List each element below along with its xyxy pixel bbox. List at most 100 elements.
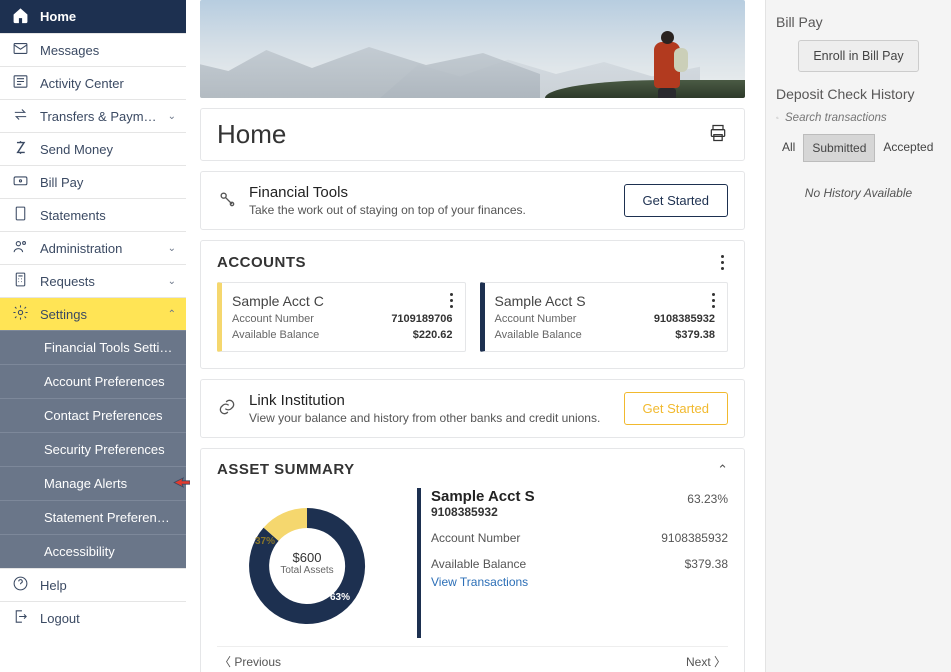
- account-balance-label: Available Balance: [495, 329, 582, 341]
- asset-donut-chart: $600 Total Assets 37% 63%: [217, 488, 397, 638]
- nav-label: Messages: [40, 43, 176, 58]
- account-number: 7109189706: [391, 313, 452, 325]
- get-started-button[interactable]: Get Started: [624, 184, 728, 217]
- nav-statement-preferences[interactable]: Statement Preferences: [0, 500, 186, 534]
- nav-statements[interactable]: Statements: [0, 198, 186, 231]
- donut-pct-b: 63%: [330, 592, 350, 603]
- no-history-text: No History Available: [774, 186, 943, 200]
- search-transactions-input[interactable]: [785, 112, 941, 124]
- asset-summary-card: ASSET SUMMARY ⌃ $600 Total Assets 37% 63…: [200, 448, 745, 672]
- nav-administration[interactable]: Administration ⌄: [0, 231, 186, 264]
- chevron-up-icon: ⌃: [168, 309, 176, 320]
- nav-activity-center[interactable]: Activity Center: [0, 66, 186, 99]
- home-icon: [10, 7, 30, 27]
- link-institution-card: Link Institution View your balance and h…: [200, 379, 745, 438]
- nav-requests[interactable]: Requests ⌄: [0, 264, 186, 297]
- account-balance-label: Available Balance: [232, 329, 319, 341]
- chevron-down-icon: ⌄: [168, 243, 176, 254]
- enroll-bill-pay-button[interactable]: Enroll in Bill Pay: [798, 40, 918, 72]
- tab-all[interactable]: All: [774, 134, 803, 162]
- zelle-icon: [10, 139, 30, 159]
- sidebar: Home Messages Activity Center Transfers …: [0, 0, 186, 672]
- account-options-icon[interactable]: [446, 291, 457, 310]
- mail-icon: [10, 40, 30, 60]
- link-icon: [217, 397, 237, 420]
- asset-acc-label: Account Number: [431, 531, 520, 545]
- financial-tools-subtitle: Take the work out of staying on top of y…: [249, 203, 612, 217]
- account-balance: $379.38: [675, 329, 715, 341]
- settings-submenu: Financial Tools Settings Account Prefere…: [0, 330, 186, 568]
- page-title-card: Home: [200, 108, 745, 161]
- nav-logout[interactable]: Logout: [0, 601, 186, 634]
- asset-acct-name: Sample Acct S: [431, 488, 728, 505]
- chevron-down-icon: ⌄: [168, 276, 176, 287]
- nav-label: Contact Preferences: [44, 408, 176, 423]
- billpay-title: Bill Pay: [776, 14, 941, 30]
- financial-tools-title: Financial Tools: [249, 184, 612, 201]
- pointer-arrow-icon: [173, 474, 190, 494]
- search-icon: [776, 112, 779, 124]
- account-options-icon[interactable]: [708, 291, 719, 310]
- account-number: 9108385932: [654, 313, 715, 325]
- asset-acct-number: 9108385932: [431, 505, 728, 519]
- nav-accessibility[interactable]: Accessibility: [0, 534, 186, 568]
- nav-label: Manage Alerts: [44, 476, 176, 491]
- nav-send-money[interactable]: Send Money: [0, 132, 186, 165]
- wrench-icon: [217, 189, 237, 212]
- nav-account-preferences[interactable]: Account Preferences: [0, 364, 186, 398]
- right-panel: Bill Pay Enroll in Bill Pay Deposit Chec…: [765, 0, 951, 672]
- donut-total-label: Total Assets: [280, 565, 333, 576]
- nav-label: Logout: [40, 611, 176, 626]
- asset-details: Sample Acct S 9108385932 63.23% Account …: [417, 488, 728, 638]
- asset-bal-label: Available Balance: [431, 557, 526, 571]
- accounts-options-icon[interactable]: [717, 253, 728, 272]
- chevron-down-icon: ⌄: [168, 111, 176, 122]
- donut-pct-a: 37%: [255, 536, 275, 547]
- page-title: Home: [217, 119, 286, 150]
- nav-settings[interactable]: Settings ⌃: [0, 297, 186, 330]
- nav-financial-tools-settings[interactable]: Financial Tools Settings: [0, 330, 186, 364]
- nav-label: Help: [40, 578, 176, 593]
- link-inst-subtitle: View your balance and history from other…: [249, 411, 612, 425]
- nav-label: Send Money: [40, 142, 176, 157]
- nav-label: Administration: [40, 241, 158, 256]
- prev-button[interactable]: 〈 Previous: [219, 653, 281, 670]
- view-transactions-link[interactable]: View Transactions: [431, 575, 728, 589]
- nav-label: Bill Pay: [40, 175, 176, 190]
- nav-label: Home: [40, 9, 176, 24]
- nav-label: Statements: [40, 208, 176, 223]
- account-number-label: Account Number: [495, 313, 577, 325]
- nav-label: Accessibility: [44, 544, 176, 559]
- nav-manage-alerts[interactable]: Manage Alerts: [0, 466, 186, 500]
- account-number-label: Account Number: [232, 313, 314, 325]
- nav-transfers[interactable]: Transfers & Payments ⌄: [0, 99, 186, 132]
- main-content: Home Financial Tools Take the work out o…: [186, 0, 765, 672]
- search-row: [776, 112, 941, 124]
- collapse-icon[interactable]: ⌃: [717, 462, 728, 478]
- nav-messages[interactable]: Messages: [0, 33, 186, 66]
- accounts-card: ACCOUNTS Sample Acct C Account Number710…: [200, 240, 745, 369]
- help-icon: [10, 575, 30, 595]
- nav-help[interactable]: Help: [0, 568, 186, 601]
- calc-icon: [10, 271, 30, 291]
- nav-contact-preferences[interactable]: Contact Preferences: [0, 398, 186, 432]
- link-inst-title: Link Institution: [249, 392, 612, 409]
- admin-icon: [10, 238, 30, 258]
- nav-home[interactable]: Home: [0, 0, 186, 33]
- tab-accepted[interactable]: Accepted: [875, 134, 941, 162]
- nav-label: Activity Center: [40, 76, 176, 91]
- nav-label: Security Preferences: [44, 442, 176, 457]
- nav-security-preferences[interactable]: Security Preferences: [0, 432, 186, 466]
- nav-bill-pay[interactable]: Bill Pay: [0, 165, 186, 198]
- next-button[interactable]: Next 〉: [686, 653, 726, 670]
- financial-tools-card: Financial Tools Take the work out of sta…: [200, 171, 745, 230]
- nav-label: Statement Preferences: [44, 510, 176, 525]
- card-icon: [10, 172, 30, 192]
- nav-label: Account Preferences: [44, 374, 176, 389]
- account-tile[interactable]: Sample Acct S Account Number 9108385932 A…: [480, 282, 729, 352]
- account-tile[interactable]: Sample Acct C Account Number7109189706 A…: [217, 282, 466, 352]
- tab-submitted[interactable]: Submitted: [803, 134, 875, 162]
- account-name: Sample Acct S: [495, 293, 716, 309]
- link-get-started-button[interactable]: Get Started: [624, 392, 728, 425]
- print-icon[interactable]: [708, 123, 728, 146]
